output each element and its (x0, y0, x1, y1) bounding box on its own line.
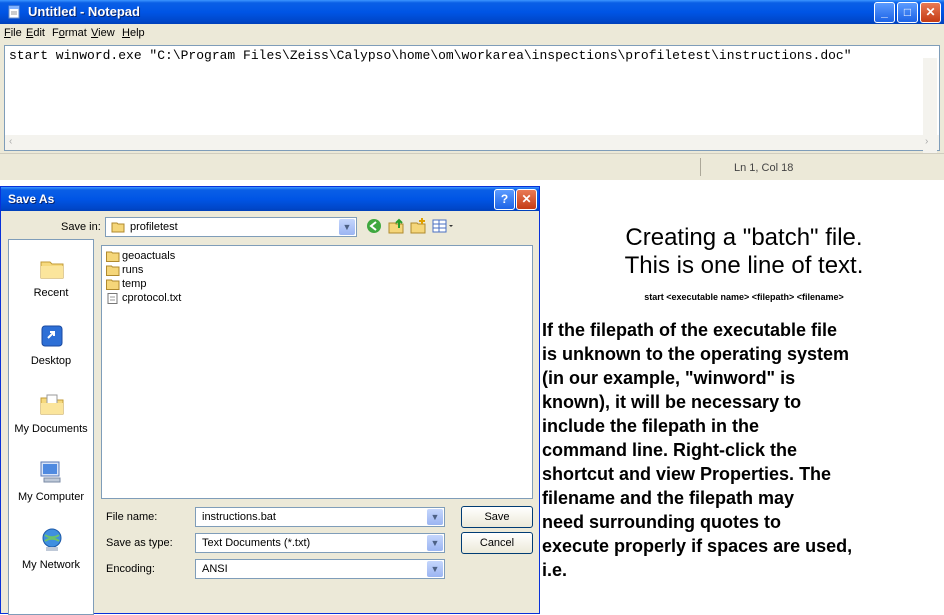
place-label: Recent (33, 287, 69, 299)
notepad-text: start winword.exe "C:\Program Files\Zeis… (9, 48, 852, 63)
minimize-button[interactable]: _ (874, 2, 895, 23)
desktop-icon (41, 325, 63, 347)
save-as-type-label: Save as type: (106, 537, 173, 549)
help-icon: ? (500, 192, 509, 206)
file-name-field[interactable]: instructions.bat ▼ (195, 507, 445, 527)
close-button[interactable]: ✕ (920, 2, 941, 23)
horizontal-scrollbar[interactable]: ‹ › (5, 135, 939, 150)
place-label: Desktop (30, 355, 72, 367)
folder-icon (106, 265, 120, 276)
file-name: runs (122, 264, 144, 276)
new-folder-icon[interactable] (409, 217, 427, 235)
heading-line-1: Creating a "batch" file. (625, 224, 863, 251)
menu-help[interactable]: Help (122, 27, 145, 39)
close-icon: ✕ (521, 192, 532, 206)
encoding-value: ANSI (202, 563, 228, 575)
back-icon[interactable] (365, 217, 383, 235)
file-list[interactable]: geoactuals runs temp cprotocol.txt (101, 245, 533, 499)
my-computer-icon (40, 461, 61, 483)
menu-view[interactable]: View (91, 27, 115, 39)
encoding-dropdown[interactable]: ANSI ▼ (195, 559, 445, 579)
file-name-label: File name: (106, 511, 158, 523)
chevron-down-icon[interactable]: ▼ (427, 509, 443, 525)
status-separator (700, 158, 701, 176)
notepad-title: Untitled - Notepad (28, 4, 140, 19)
menu-file[interactable]: File (4, 27, 22, 39)
up-folder-icon[interactable] (387, 217, 405, 235)
dialog-close-button[interactable]: ✕ (516, 189, 537, 210)
recent-icon (40, 261, 64, 279)
file-name: geoactuals (122, 250, 176, 262)
save-in-dropdown[interactable]: profiletest ▼ (105, 217, 357, 237)
scroll-right-icon[interactable]: › (925, 136, 928, 147)
my-documents-icon (40, 394, 64, 415)
syntax-line: start <executable name> <filepath> <file… (644, 292, 844, 302)
cursor-position: Ln 1, Col 18 (734, 162, 794, 174)
notepad-icon (8, 5, 20, 19)
views-menu-icon[interactable] (431, 217, 455, 235)
folder-icon (106, 279, 120, 290)
notepad-titlebar[interactable]: Untitled - Notepad _ □ ✕ (0, 0, 944, 24)
my-network-icon (42, 528, 62, 551)
save-in-label: Save in: (61, 221, 101, 233)
save-as-type-value: Text Documents (*.txt) (202, 537, 311, 549)
menu-edit[interactable]: Edit (26, 27, 45, 39)
save-as-type-dropdown[interactable]: Text Documents (*.txt) ▼ (195, 533, 445, 553)
place-label: My Network (21, 559, 81, 571)
close-icon: ✕ (925, 5, 936, 19)
text-file-icon (107, 293, 118, 304)
save-button[interactable]: Save (461, 506, 533, 528)
chevron-down-icon[interactable]: ▼ (427, 535, 443, 551)
file-name: cprotocol.txt (122, 292, 182, 304)
file-name: temp (122, 278, 147, 290)
help-button[interactable]: ? (494, 189, 515, 210)
save-as-dialog: Save As ? ✕ Save in: profiletest ▼ Recen… (0, 186, 540, 615)
scroll-left-icon[interactable]: ‹ (9, 136, 12, 147)
maximize-icon: □ (903, 5, 912, 19)
file-name-value: instructions.bat (202, 511, 276, 523)
places-bar: Recent Desktop My Documents My Computer … (8, 239, 94, 615)
save-as-title: Save As (8, 192, 55, 206)
minimize-icon: _ (881, 5, 888, 19)
place-label: My Documents (14, 423, 88, 435)
menu-format[interactable]: Format (52, 27, 87, 39)
notepad-menubar: File Edit Format View Help (0, 24, 944, 43)
place-label: My Computer (17, 491, 85, 503)
save-as-titlebar[interactable]: Save As ? ✕ (1, 187, 539, 211)
status-bar: Ln 1, Col 18 (0, 153, 944, 180)
heading-line-2: This is one line of text. (624, 252, 864, 279)
encoding-label: Encoding: (106, 563, 155, 575)
folder-icon (111, 222, 125, 233)
chevron-down-icon[interactable]: ▼ (339, 219, 355, 235)
instructions-heading: Creating a "batch" file. This is one lin… (544, 224, 944, 280)
maximize-button[interactable]: □ (897, 2, 918, 23)
chevron-down-icon[interactable]: ▼ (427, 561, 443, 577)
cancel-button[interactable]: Cancel (461, 532, 533, 554)
save-in-value: profiletest (130, 221, 178, 233)
instructions-body: If the filepath of the executable file i… (542, 320, 853, 580)
folder-icon (106, 251, 120, 262)
notepad-window: Untitled - Notepad _ □ ✕ File Edit Forma… (0, 0, 944, 180)
